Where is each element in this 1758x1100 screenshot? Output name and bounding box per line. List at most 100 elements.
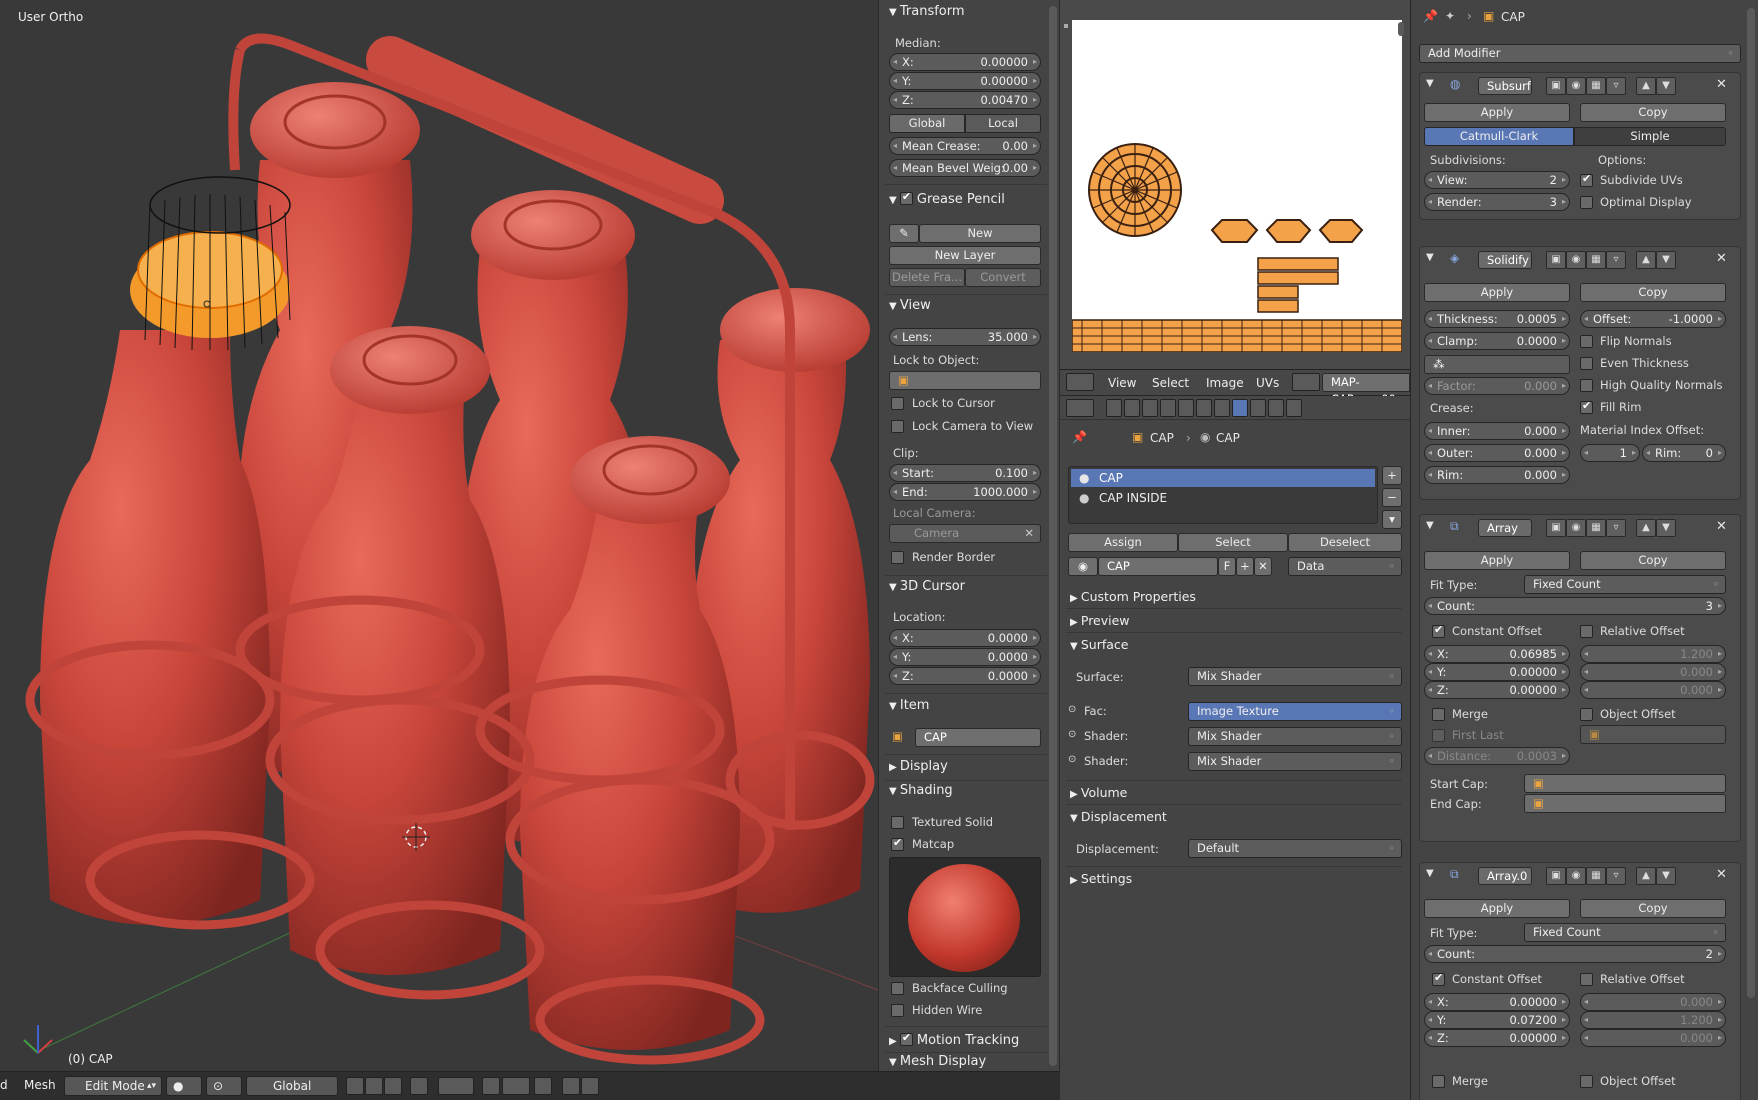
settings-header[interactable]: Settings	[1070, 871, 1132, 886]
remove-modifier-icon[interactable]: ✕	[1716, 867, 1727, 882]
constant-offset-checkbox[interactable]	[1432, 971, 1445, 986]
object-offset-checkbox[interactable]	[1580, 1075, 1593, 1088]
face-select-icon[interactable]	[384, 1077, 402, 1095]
median-x-field[interactable]: X: 0.00000	[889, 53, 1041, 71]
optimal-display-checkbox[interactable]	[1580, 196, 1593, 209]
socket-icon[interactable]: ⊙	[1068, 704, 1076, 715]
motion-tracking-checkbox[interactable]	[899, 1031, 913, 1046]
image-menu-view[interactable]: View	[1108, 376, 1136, 390]
textured-solid-checkbox[interactable]	[891, 816, 904, 829]
surface-header[interactable]: Surface	[1070, 637, 1129, 652]
start-cap-field[interactable]: ▣	[1524, 774, 1726, 793]
new-grease-button[interactable]: New	[919, 224, 1041, 243]
modifiers-tab-icon[interactable]	[1196, 399, 1212, 417]
assign-button[interactable]: Assign	[1068, 533, 1178, 552]
displacement-header[interactable]: Displacement	[1070, 809, 1167, 824]
solidify-copy-button[interactable]: Copy	[1580, 283, 1726, 302]
physics-tab-icon[interactable]	[1286, 399, 1302, 417]
image-menu-uvs[interactable]: UVs	[1256, 376, 1279, 390]
merge-checkbox[interactable]	[1432, 708, 1445, 721]
snap-icon[interactable]	[482, 1077, 500, 1095]
scene-tab-icon[interactable]	[1124, 399, 1140, 417]
vertex-select-icon[interactable]	[346, 1077, 364, 1095]
cursor-x-field[interactable]: X: 0.0000	[889, 629, 1041, 647]
constant-z-field[interactable]: Z: 0.00000	[1424, 1029, 1570, 1047]
deselect-button[interactable]: Deselect	[1288, 533, 1402, 552]
catmull-clark-toggle[interactable]: Catmull-Clark	[1424, 127, 1574, 146]
pencil-icon[interactable]: ✎	[889, 224, 919, 243]
new-layer-button[interactable]: New Layer	[889, 246, 1041, 265]
slot-specials-icon[interactable]: ▾	[1382, 510, 1402, 529]
collapse-icon[interactable]: ▼	[1426, 252, 1434, 263]
surface-dropdown[interactable]: Mix Shader	[1188, 667, 1402, 686]
cursor-y-field[interactable]: Y: 0.0000	[889, 648, 1041, 666]
editmode-toggle-icon[interactable]: ▦	[1586, 77, 1606, 95]
opengl-render-icon[interactable]	[562, 1077, 580, 1095]
lock-cursor-checkbox[interactable]	[891, 397, 904, 410]
editor-type-icon[interactable]	[1066, 373, 1094, 391]
particles-tab-icon[interactable]	[1268, 399, 1284, 417]
clip-start-field[interactable]: Start: 0.100	[889, 464, 1041, 482]
image-name-field[interactable]: MAP-CAP.png.00	[1322, 373, 1410, 406]
subdivide-uvs-checkbox[interactable]	[1580, 172, 1593, 187]
array-copy-button[interactable]: Copy	[1580, 551, 1726, 570]
modifier-scrollbar[interactable]	[1747, 8, 1755, 998]
relative-offset-checkbox[interactable]	[1580, 973, 1593, 986]
subsurf-render-field[interactable]: Render: 3	[1424, 193, 1570, 211]
end-cap-field[interactable]: ▣	[1524, 794, 1726, 813]
move-up-icon[interactable]: ▲	[1636, 77, 1656, 95]
breadcrumb-object[interactable]: CAP	[1150, 431, 1174, 445]
socket-icon[interactable]: ⊙	[1068, 754, 1076, 765]
delete-frame-button[interactable]: Delete Fra...	[889, 268, 965, 287]
add-slot-icon[interactable]: +	[1382, 466, 1402, 485]
offset-field[interactable]: Offset: -1.0000	[1580, 310, 1726, 328]
constant-z-field[interactable]: Z: 0.00000	[1424, 681, 1570, 699]
orientation-selector[interactable]: Global	[246, 1076, 338, 1096]
solidify-name-field[interactable]: Solidify	[1478, 251, 1532, 269]
fill-rim-checkbox[interactable]	[1580, 399, 1593, 414]
shader1-dropdown[interactable]: Mix Shader	[1188, 727, 1402, 746]
add-modifier-dropdown[interactable]: Add Modifier	[1419, 44, 1741, 63]
offset-object-field[interactable]: ▣	[1580, 725, 1726, 744]
proportional-edit-icon[interactable]	[438, 1077, 474, 1095]
relative-y-field[interactable]: 0.000	[1580, 663, 1726, 681]
backface-culling-checkbox[interactable]	[891, 982, 904, 995]
fake-user-button[interactable]: F	[1218, 557, 1236, 576]
image-menu-select[interactable]: Select	[1152, 376, 1189, 390]
matcap-checkbox[interactable]	[891, 836, 904, 851]
collapse-icon[interactable]: ▼	[1426, 520, 1434, 531]
inner-crease-field[interactable]: Inner: 0.000	[1424, 422, 1570, 440]
constant-y-field[interactable]: Y: 0.00000	[1424, 663, 1570, 681]
vertex-group-field[interactable]: ⁂	[1424, 355, 1570, 374]
material-tab-icon[interactable]	[1232, 399, 1248, 417]
cage-toggle-icon[interactable]: ▿	[1606, 519, 1626, 537]
subsurf-view-field[interactable]: View: 2	[1424, 171, 1570, 189]
limit-selection-icon[interactable]	[410, 1077, 428, 1095]
clamp-field[interactable]: Clamp: 0.0000	[1424, 332, 1570, 350]
array0-count-field[interactable]: Count: 2	[1424, 945, 1726, 963]
outer-crease-field[interactable]: Outer: 0.000	[1424, 444, 1570, 462]
editmode-toggle-icon[interactable]: ▦	[1586, 867, 1606, 885]
material-slot-cap[interactable]: ● CAP	[1071, 469, 1375, 487]
relative-offset-checkbox[interactable]	[1580, 625, 1593, 638]
motion-tracking-header[interactable]: Motion Tracking	[889, 1031, 1019, 1048]
rim-crease-field[interactable]: Rim: 0.000	[1424, 466, 1570, 484]
array0-copy-button[interactable]: Copy	[1580, 899, 1726, 918]
cursor-z-field[interactable]: Z: 0.0000	[889, 667, 1041, 685]
material-slot-cap-inside[interactable]: ● CAP INSIDE	[1071, 489, 1375, 507]
subsurf-apply-button[interactable]: Apply	[1424, 103, 1570, 122]
solidify-apply-button[interactable]: Apply	[1424, 283, 1570, 302]
move-down-icon[interactable]: ▼	[1656, 519, 1676, 537]
clip-end-field[interactable]: End: 1000.000	[889, 483, 1041, 501]
lock-object-field[interactable]: ▣	[889, 371, 1041, 390]
snap-element-icon[interactable]	[502, 1077, 530, 1095]
cage-toggle-icon[interactable]: ▿	[1606, 77, 1626, 95]
volume-header[interactable]: Volume	[1070, 785, 1128, 800]
merge-distance-field[interactable]: Distance: 0.0003	[1424, 747, 1570, 765]
render-tab-icon[interactable]	[1106, 399, 1122, 417]
viewport-shading-selector[interactable]: ●	[166, 1076, 202, 1096]
mode-selector[interactable]: Edit Mode ▴▾	[64, 1076, 162, 1096]
world-tab-icon[interactable]	[1142, 399, 1158, 417]
npanel-scrollbar[interactable]	[1049, 6, 1057, 1066]
image-menu-image[interactable]: Image	[1206, 376, 1244, 390]
